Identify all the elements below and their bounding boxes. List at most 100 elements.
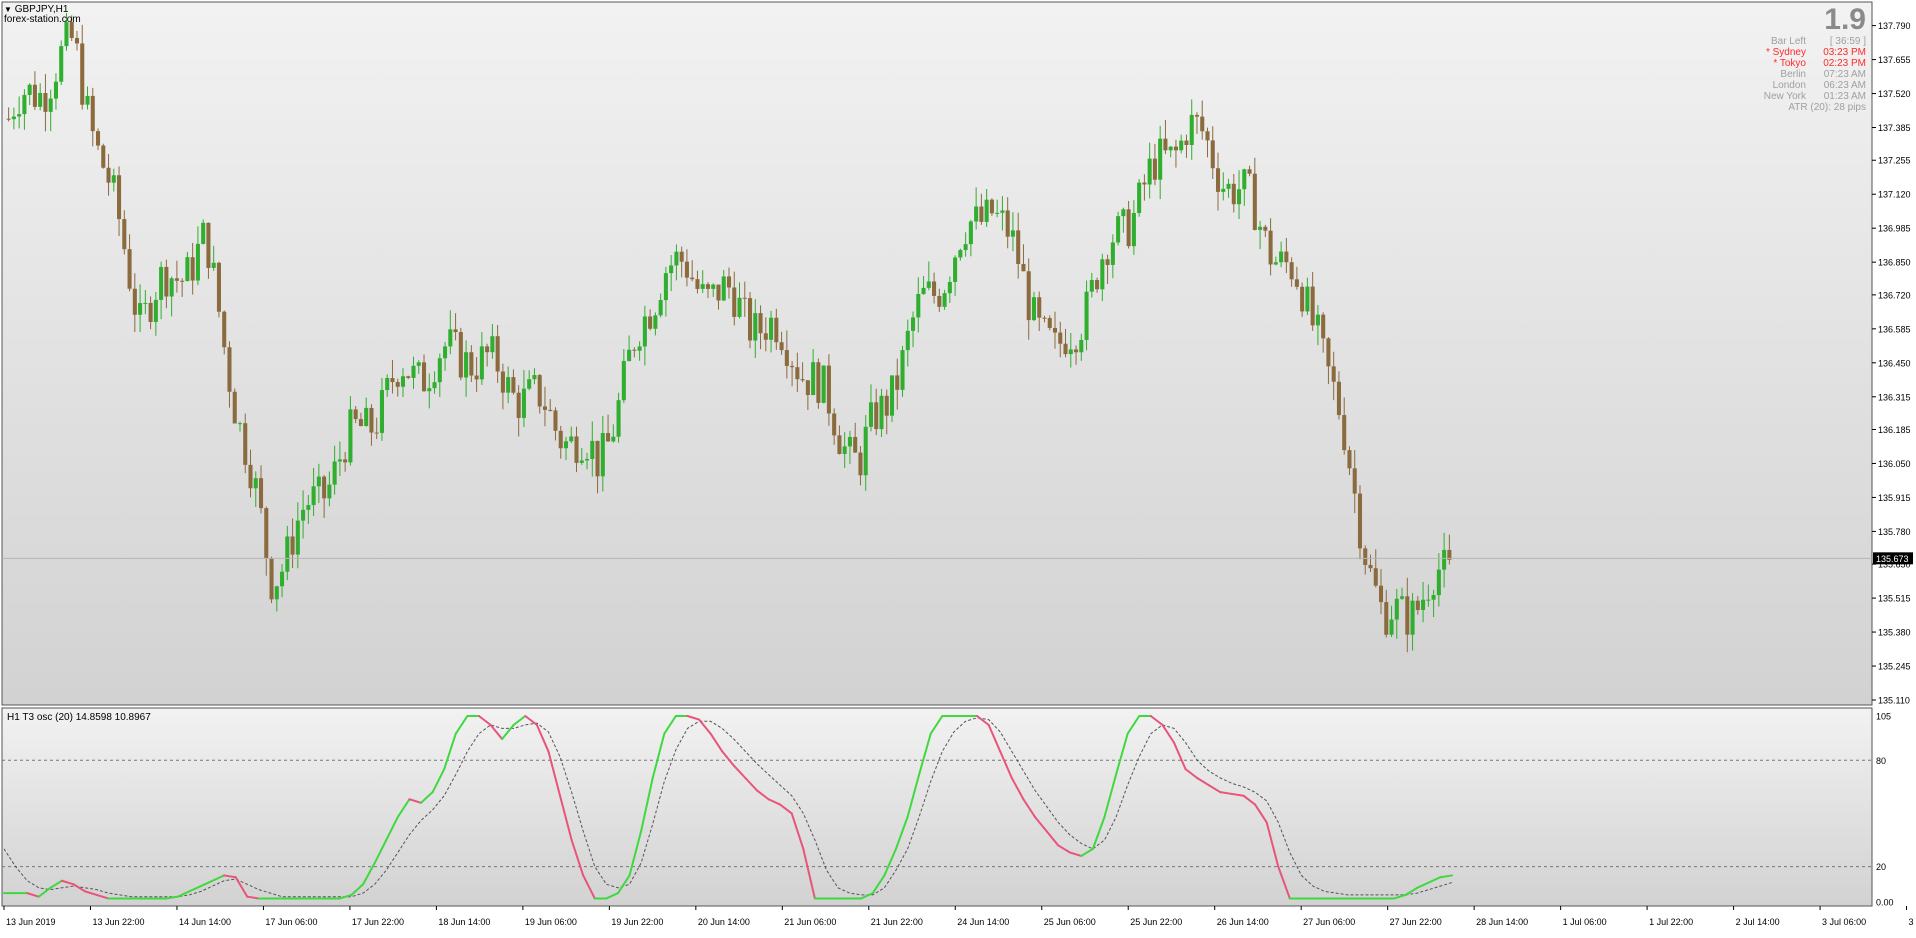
candle-body bbox=[1026, 271, 1031, 321]
candle-body bbox=[264, 508, 269, 559]
candle-body bbox=[742, 297, 747, 299]
candle-body bbox=[1184, 140, 1189, 145]
price-tick-label: 135.915 bbox=[1878, 493, 1911, 503]
candle-body bbox=[1373, 568, 1378, 586]
candle-body bbox=[621, 361, 626, 401]
candle-body bbox=[1168, 146, 1173, 151]
time-tick-label: 26 Jun 14:00 bbox=[1217, 917, 1269, 927]
chart-canvas[interactable]: 137.790 137.655 137.520 137.385 137.255 137.1… bbox=[0, 0, 1916, 933]
candle-body bbox=[74, 37, 80, 44]
indicator-pane[interactable] bbox=[1, 707, 1873, 907]
candle-body bbox=[464, 352, 469, 378]
candle-body bbox=[306, 505, 311, 510]
chart-window[interactable]: 137.790 137.655 137.520 137.385 137.255 137.1… bbox=[0, 0, 1916, 933]
candle-body bbox=[1095, 279, 1100, 290]
time-tick-label: 2 Jul 14:00 bbox=[1736, 917, 1780, 927]
candle-body bbox=[1210, 140, 1215, 169]
price-tick-label: 135.780 bbox=[1878, 527, 1911, 537]
candle-body bbox=[1415, 600, 1420, 611]
candle-body bbox=[1431, 595, 1436, 600]
candle-body bbox=[821, 365, 826, 403]
price-pane[interactable] bbox=[1, 1, 1873, 706]
candle-body bbox=[1205, 131, 1210, 141]
candle-body bbox=[1021, 263, 1026, 272]
candle-body bbox=[1126, 209, 1131, 247]
candle-body bbox=[958, 250, 963, 258]
session-label: * Tokyo bbox=[1773, 58, 1806, 69]
current-price-label: 135.673 bbox=[1876, 554, 1909, 564]
candle-body bbox=[1263, 226, 1268, 231]
candle-body bbox=[469, 352, 474, 376]
candle-body bbox=[32, 84, 37, 107]
candle-body bbox=[1294, 279, 1299, 287]
candle-body bbox=[1221, 188, 1226, 192]
time-axis: 13 Jun 2019 13 Jun 22:00 14 Jun 14:00 17 Ju… bbox=[3, 906, 1916, 927]
time-tick-label: 25 Jun 22:00 bbox=[1130, 917, 1182, 927]
candle-body bbox=[937, 295, 942, 307]
candle-body bbox=[400, 376, 406, 387]
candle-body bbox=[64, 22, 69, 47]
candle-body bbox=[1284, 251, 1289, 263]
candle-body bbox=[737, 297, 742, 317]
candle-body bbox=[632, 349, 637, 351]
candle-body bbox=[690, 277, 695, 280]
candle-body bbox=[974, 206, 979, 222]
candle-body bbox=[337, 459, 342, 462]
candle-body bbox=[185, 257, 190, 282]
candle-body bbox=[1331, 366, 1336, 382]
time-tick-label: 21 Jun 22:00 bbox=[871, 917, 923, 927]
candle-body bbox=[679, 251, 684, 262]
candle-body bbox=[648, 316, 653, 329]
session-value: [ 36:59 ] bbox=[1829, 36, 1866, 47]
candle-body bbox=[569, 436, 574, 442]
candle-body bbox=[316, 476, 321, 487]
candle-body bbox=[1231, 183, 1236, 205]
candle-body bbox=[574, 436, 579, 463]
candle-body bbox=[1068, 349, 1073, 355]
price-tick-label: 137.120 bbox=[1878, 190, 1911, 200]
candle-body bbox=[790, 365, 795, 368]
candle-body bbox=[474, 375, 479, 380]
candle-body bbox=[1079, 339, 1084, 353]
session-label: Bar Left bbox=[1770, 36, 1806, 47]
time-tick-label: 14 Jun 14:00 bbox=[179, 917, 231, 927]
candle-body bbox=[432, 382, 437, 389]
candle-body bbox=[490, 336, 495, 353]
time-tick-label: 20 Jun 14:00 bbox=[698, 917, 750, 927]
candle-body bbox=[416, 362, 421, 366]
candle-body bbox=[853, 436, 858, 453]
time-tick-label: 24 Jun 14:00 bbox=[957, 917, 1009, 927]
session-value: 03:23 PM bbox=[1823, 47, 1866, 58]
candle-body bbox=[1442, 549, 1447, 570]
candle-body bbox=[895, 375, 900, 390]
time-tick-label: 3 Jul 22:00 bbox=[1909, 917, 1916, 927]
candle-body bbox=[863, 426, 868, 476]
candle-body bbox=[842, 446, 847, 454]
candle-body bbox=[211, 262, 216, 268]
candle-body bbox=[1131, 213, 1136, 247]
candle-body bbox=[248, 464, 253, 489]
candle-body bbox=[1194, 114, 1200, 117]
candle-body bbox=[1058, 332, 1063, 344]
indicator-title: H1 T3 osc (20) 14.8598 10.8967 bbox=[7, 712, 151, 723]
candle-body bbox=[553, 410, 558, 431]
candle-body bbox=[1357, 493, 1363, 549]
candle-body bbox=[1326, 338, 1331, 367]
candle-body bbox=[542, 406, 547, 410]
candle-body bbox=[101, 145, 106, 168]
candle-body bbox=[453, 329, 458, 333]
candle-body bbox=[1105, 259, 1110, 265]
candle-body bbox=[6, 118, 11, 120]
candle-body bbox=[1237, 189, 1242, 205]
candle-body bbox=[879, 395, 884, 430]
price-tick-label: 136.850 bbox=[1878, 258, 1911, 268]
candle-body bbox=[27, 84, 32, 95]
candle-body bbox=[984, 199, 989, 222]
candle-body bbox=[201, 222, 206, 244]
chevron-down-icon[interactable]: ▼ bbox=[4, 5, 12, 14]
candle-body bbox=[805, 380, 810, 396]
candle-body bbox=[1300, 286, 1305, 312]
candle-body bbox=[1242, 169, 1247, 190]
session-row: New York 01:23 AM bbox=[1666, 91, 1866, 102]
candle-body bbox=[379, 390, 384, 433]
